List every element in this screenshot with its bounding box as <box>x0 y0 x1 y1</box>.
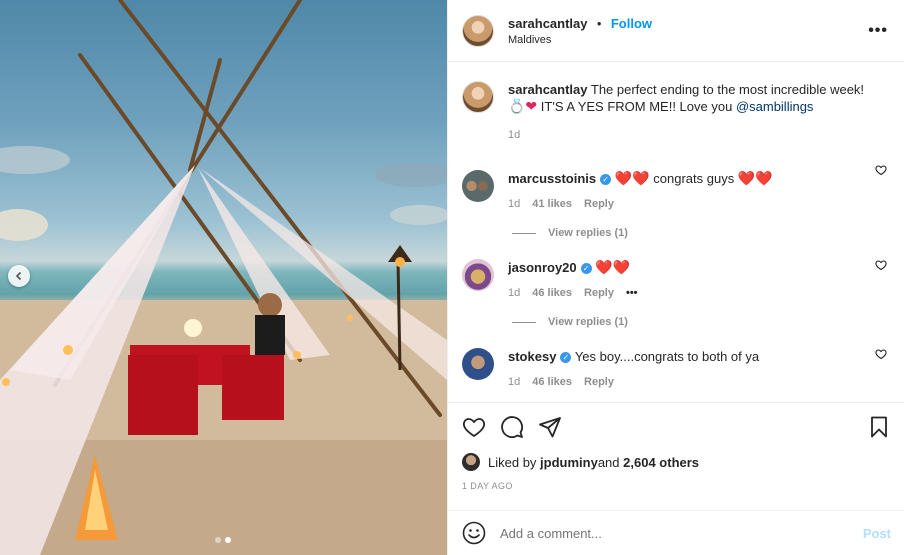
verified-badge-icon: ✓ <box>580 263 592 274</box>
post-panel: sarahcantlay • Follow Maldives ••• sarah… <box>447 0 904 555</box>
save-bookmark-icon[interactable] <box>867 415 891 439</box>
comment-options-icon[interactable]: ••• <box>626 285 638 302</box>
like-heart-icon[interactable] <box>462 415 486 439</box>
separator-dot: • <box>596 16 602 31</box>
likes-summary: Liked by jpduminy and 2,604 others <box>462 453 891 471</box>
emoji-smiley-icon[interactable] <box>462 521 486 545</box>
hearts-emoji: ❤️❤️ <box>595 259 631 275</box>
like-comment-heart-icon[interactable] <box>875 348 887 360</box>
comment-item: marcusstoinis ✓ ❤️❤️ congrats guys ❤️❤️ 1… <box>462 144 889 213</box>
commenter-avatar[interactable] <box>462 259 494 291</box>
caption-timestamp: 1d <box>508 129 521 141</box>
add-comment-bar: Post <box>448 510 904 555</box>
post-timestamp: 1 DAY AGO <box>462 481 513 491</box>
previous-photo-button[interactable] <box>8 265 30 287</box>
post-actions: Liked by jpduminy and 2,604 others 1 DAY… <box>448 402 904 491</box>
reply-button[interactable]: Reply <box>584 196 614 213</box>
carousel-dot <box>215 537 221 543</box>
post-header: sarahcantlay • Follow Maldives ••• <box>448 0 904 62</box>
comment-timestamp: 1d <box>508 376 521 388</box>
follow-button[interactable]: Follow <box>611 16 652 31</box>
hearts-emoji: ❤️❤️ <box>614 170 650 186</box>
comment-likes[interactable]: 46 likes <box>532 285 572 302</box>
comment-text: Yes boy....congrats to both of ya <box>574 349 760 364</box>
comment-input[interactable] <box>500 525 863 541</box>
verified-badge-icon: ✓ <box>600 174 612 185</box>
comment-text: congrats guys <box>649 171 738 186</box>
comment-likes[interactable]: 46 likes <box>532 374 572 391</box>
liker-username[interactable]: jpduminy <box>540 455 598 470</box>
post-comment-button[interactable]: Post <box>863 526 891 541</box>
instagram-post: sarahcantlay • Follow Maldives ••• sarah… <box>0 0 904 555</box>
like-comment-heart-icon[interactable] <box>875 164 887 176</box>
liker-avatar[interactable] <box>462 453 480 471</box>
view-replies-button[interactable]: View replies (1) <box>512 227 889 239</box>
caption-text: The perfect ending to the most incredibl… <box>587 82 865 97</box>
beach-dinner-photo <box>0 0 447 555</box>
commenter-username[interactable]: jasonroy20 <box>508 260 577 275</box>
ring-heart-emojis: 💍❤ <box>508 98 538 114</box>
comment-timestamp: 1d <box>508 198 521 210</box>
verified-badge-icon: ✓ <box>560 352 572 363</box>
comment-item: jasonroy20 ✓ ❤️❤️ 1d 46 likes Reply ••• <box>462 239 889 302</box>
chevron-left-icon <box>15 271 22 281</box>
mention-link[interactable]: @sambillings <box>736 99 814 114</box>
commenter-avatar[interactable] <box>462 348 494 380</box>
carousel-dot-active <box>225 537 231 543</box>
carousel-indicator <box>215 537 231 543</box>
view-replies-button[interactable]: View replies (1) <box>512 316 889 328</box>
caption: sarahcantlay The perfect ending to the m… <box>462 63 889 144</box>
commenter-username[interactable]: stokesy <box>508 349 556 364</box>
comment-item: stokesy ✓ Yes boy....congrats to both of … <box>462 328 889 391</box>
comment-timestamp: 1d <box>508 287 521 299</box>
commenter-username[interactable]: marcusstoinis <box>508 171 596 186</box>
caption-username[interactable]: sarahcantlay <box>508 82 588 97</box>
author-avatar[interactable] <box>462 14 494 47</box>
comments-section[interactable]: sarahcantlay The perfect ending to the m… <box>448 63 904 401</box>
commenter-avatar[interactable] <box>462 170 494 202</box>
reply-button[interactable]: Reply <box>584 374 614 391</box>
hearts-emoji: ❤️❤️ <box>737 170 773 186</box>
author-username[interactable]: sarahcantlay <box>508 16 588 31</box>
post-location[interactable]: Maldives <box>508 34 652 46</box>
author-avatar[interactable] <box>462 81 494 113</box>
likes-count[interactable]: 2,604 others <box>623 455 699 470</box>
more-options-icon[interactable]: ••• <box>868 22 888 40</box>
comment-bubble-icon[interactable] <box>500 415 524 439</box>
like-comment-heart-icon[interactable] <box>875 259 887 271</box>
comment-likes[interactable]: 41 likes <box>532 196 572 213</box>
post-photo[interactable] <box>0 0 447 555</box>
caption-text-2: IT'S A YES FROM ME!! Love you <box>537 99 736 114</box>
reply-button[interactable]: Reply <box>584 285 614 302</box>
share-send-icon[interactable] <box>538 415 562 439</box>
